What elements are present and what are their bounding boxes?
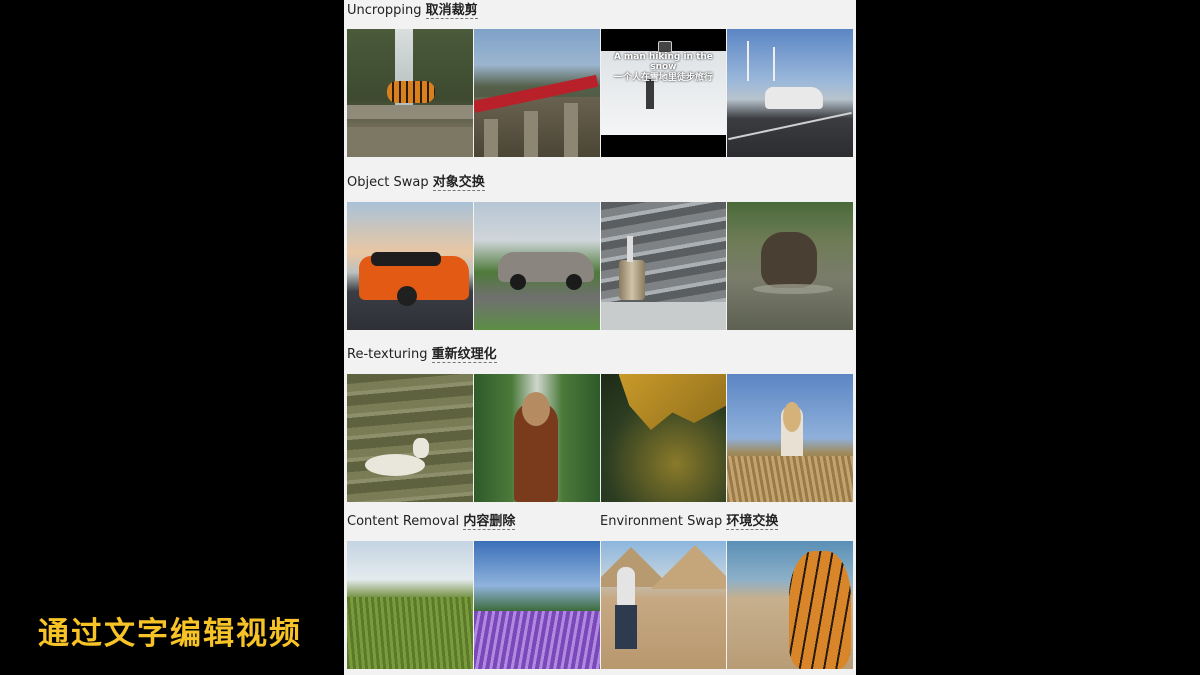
section-title-environment-swap: Environment Swap 环境交换	[600, 514, 779, 530]
otter-thumbnail[interactable]	[727, 202, 853, 330]
orange-mini-car-thumbnail[interactable]	[347, 202, 473, 330]
section-title-zh: 内容删除	[463, 514, 516, 530]
video-editing-gallery: Uncropping 取消裁剪 A man hiking in the snow…	[344, 0, 856, 675]
section-title-en: Environment Swap	[600, 514, 723, 529]
section-title-en: Uncropping	[347, 3, 422, 18]
section-title-en: Object Swap	[347, 175, 429, 190]
section-title-zh: 对象交换	[432, 175, 485, 191]
wheat-field-thumbnail[interactable]	[347, 541, 473, 669]
purple-flower-field-thumbnail[interactable]	[473, 541, 600, 669]
object-swap-row	[347, 202, 853, 330]
duck-thumbnail[interactable]	[347, 374, 473, 502]
section-title-retexturing: Re-texturing 重新纹理化	[347, 347, 497, 363]
woman-wheat-field-thumbnail[interactable]	[727, 374, 853, 502]
section-title-zh: 取消裁剪	[425, 3, 478, 19]
can-in-water-thumbnail[interactable]	[600, 202, 727, 330]
woman-leather-coat-thumbnail[interactable]	[473, 374, 600, 502]
tiger-beach-thumbnail[interactable]	[727, 541, 853, 669]
section-title-en: Content Removal	[347, 514, 460, 529]
overlay-caption-zh: 一个人在雪地里徒步旅行	[613, 73, 713, 83]
removal-environment-row	[347, 541, 853, 669]
snow-hiker-thumbnail[interactable]: A man hiking in the snow 一个人在雪地里徒步旅行	[600, 29, 727, 157]
section-title-zh: 重新纹理化	[431, 347, 497, 363]
golden-leaf-thumbnail[interactable]	[600, 374, 727, 502]
porsche-car-thumbnail[interactable]	[473, 202, 600, 330]
tiger-waterfall-thumbnail[interactable]	[347, 29, 473, 157]
woman-pyramids-thumbnail[interactable]	[600, 541, 727, 669]
overlay-caption-en: A man hiking in the snow	[613, 52, 713, 72]
section-title-en: Re-texturing	[347, 347, 428, 362]
video-subtitle: 通过文字编辑视频	[38, 616, 302, 652]
car-windfarm-thumbnail[interactable]	[727, 29, 853, 157]
section-title-content-removal: Content Removal 内容删除	[347, 514, 516, 530]
section-title-zh: 环境交换	[726, 514, 779, 530]
section-title-object-swap: Object Swap 对象交换	[347, 175, 485, 191]
uncropping-row: A man hiking in the snow 一个人在雪地里徒步旅行	[347, 29, 853, 157]
section-title-uncropping: Uncropping 取消裁剪	[347, 3, 478, 19]
retexturing-row	[347, 374, 853, 502]
train-bridge-thumbnail[interactable]	[473, 29, 600, 157]
